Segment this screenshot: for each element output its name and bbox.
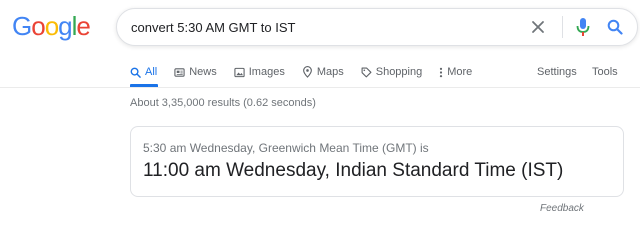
time-conversion-card: 5:30 am Wednesday, Greenwich Mean Time (… — [130, 126, 624, 197]
logo-letter: o — [31, 11, 46, 41]
search-box[interactable] — [116, 8, 638, 46]
tab-news[interactable]: News — [174, 66, 217, 78]
more-vertical-icon — [440, 67, 443, 77]
tabs-divider — [0, 87, 640, 88]
microphone-icon[interactable] — [573, 17, 593, 37]
search-icon[interactable] — [605, 17, 625, 37]
tab-maps[interactable]: Maps — [302, 66, 344, 78]
tab-label: Images — [248, 66, 285, 78]
source-time-text: 5:30 am Wednesday, Greenwich Mean Time (… — [143, 141, 429, 155]
tab-images[interactable]: Images — [234, 66, 285, 78]
image-icon — [234, 67, 245, 77]
tools-link[interactable]: Tools — [592, 64, 618, 80]
tab-label: News — [189, 66, 217, 78]
converted-time-text: 11:00 am Wednesday, Indian Standard Time… — [143, 160, 564, 181]
feedback-link[interactable]: Feedback — [540, 203, 584, 214]
result-stats: About 3,35,000 results (0.62 seconds) — [130, 97, 316, 109]
clear-icon[interactable] — [528, 17, 548, 37]
tab-label: More — [447, 66, 473, 78]
search-input[interactable] — [117, 9, 528, 45]
news-icon — [174, 67, 185, 77]
tab-label: Maps — [316, 66, 344, 78]
logo-letter: e — [76, 11, 91, 41]
tab-shopping[interactable]: Shopping — [361, 66, 423, 78]
logo-letter: G — [12, 11, 32, 41]
tab-label: All — [145, 66, 158, 78]
tab-more[interactable]: More — [439, 66, 472, 78]
search-box-divider — [562, 16, 563, 38]
logo-letter: g — [58, 11, 73, 41]
google-logo[interactable]: Google — [12, 11, 91, 41]
map-pin-icon — [302, 66, 312, 78]
search-icon — [130, 67, 141, 78]
tab-all[interactable]: All — [130, 66, 157, 78]
tag-icon — [361, 67, 372, 77]
search-tabs: All News Images Maps Shopping More — [130, 64, 489, 80]
logo-letter: o — [44, 11, 60, 41]
settings-link[interactable]: Settings — [537, 64, 577, 80]
tab-label: Shopping — [375, 66, 423, 78]
